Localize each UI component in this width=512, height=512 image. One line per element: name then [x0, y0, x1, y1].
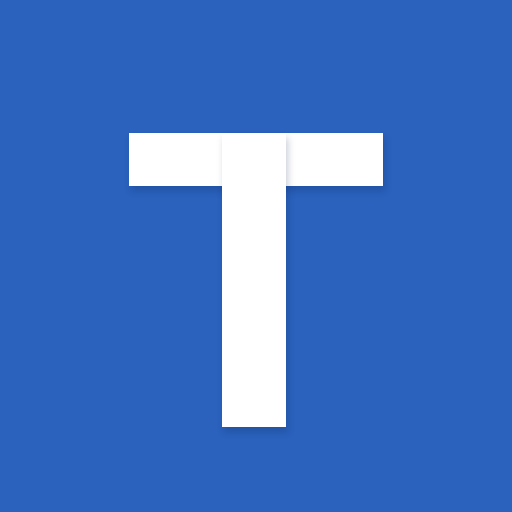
app-icon: T	[0, 0, 512, 512]
app-icon-letter: T	[0, 0, 1, 1]
letter-t-stem	[222, 133, 286, 427]
